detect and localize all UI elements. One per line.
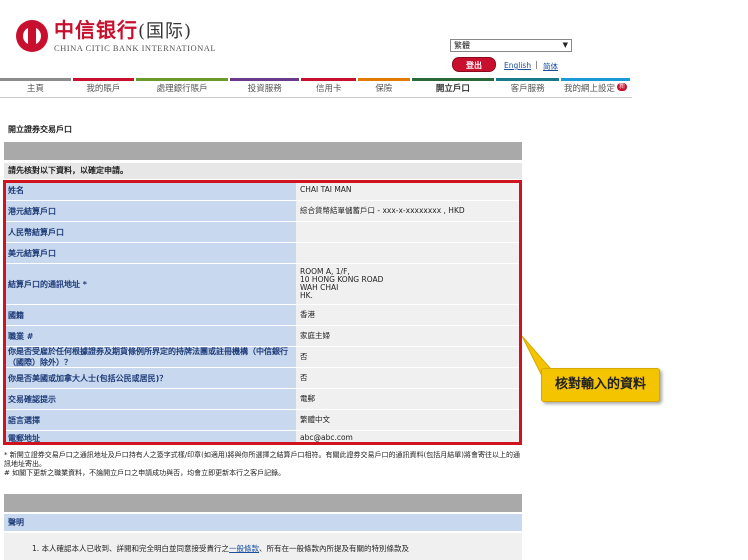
declaration-suffix: 、所有在一般條款內所提及有關的特別條款及: [259, 544, 410, 553]
form-row: 電郵地址 abc@abc.com: [4, 431, 522, 446]
form-row: 港元結算戶口 綜合貨幣結單儲蓄戶口 - xxx-x-xxxxxxxx , HKD: [4, 201, 522, 222]
form-row-label: 結算戶口的通訊地址 *: [4, 264, 296, 304]
footnote-address: * 新開立證券交易戶口之通訊地址及戶口持有人之簽字式樣/印章(如適用)將與你所選…: [4, 451, 521, 468]
nav-item-label: 我的網上設定: [564, 84, 616, 94]
declaration-prefix: 1. 本人確認本人已收到、詳閱和完全明白並同意接受貴行之: [32, 544, 230, 553]
logout-button[interactable]: 登出: [452, 57, 496, 72]
form-row-label: 你是否美國或加拿大人士(包括公民或居民)？: [4, 368, 296, 388]
section-divider-2: [4, 494, 522, 512]
form-row-label: 交易確認提示: [4, 389, 296, 409]
form-row: 你是否受雇於任何根據證券及期貨條例所界定的持牌法團或註冊機構（中信銀行（國際）除…: [4, 347, 522, 368]
header: 中信银行(国际) CHINA CITIC BANK INTERNATIONAL …: [0, 0, 748, 78]
form-row-label: 人民幣結算戶口: [4, 222, 296, 242]
form-row-value: 香港: [296, 305, 522, 325]
form-row-value: 電郵: [296, 389, 522, 409]
form-row-value: CHAI TAI MAN: [296, 180, 522, 200]
confirmation-form: 姓名 CHAI TAI MAN 港元結算戶口 綜合貨幣結單儲蓄戶口 - xxx-x-x…: [4, 180, 522, 446]
form-row-label: 國籍: [4, 305, 296, 325]
logo-english-name: CHINA CITIC BANK INTERNATIONAL: [54, 43, 217, 53]
form-row-label: 你是否受雇於任何根據證券及期貨條例所界定的持牌法團或註冊機構（中信銀行（國際）除…: [4, 347, 296, 367]
form-row: 美元結算戶口: [4, 243, 522, 264]
link-separator: |: [535, 60, 538, 69]
instruction-text: 請先核對以下資料，以確定申請。: [4, 163, 522, 179]
language-select[interactable]: 繁體 ▼: [450, 39, 572, 52]
logo-chinese-suffix: (国际): [138, 21, 193, 42]
nav-item-5[interactable]: 保險: [358, 78, 410, 98]
form-row-label: 姓名: [4, 180, 296, 200]
form-row-value: ROOM A, 1/F, 10 HONG KONG ROAD WAH CHAI …: [296, 264, 522, 304]
form-row-value: 否: [296, 368, 522, 388]
citic-logo-icon: [16, 20, 48, 52]
form-row-value: 否: [296, 347, 522, 367]
nav-item-label: 信用卡: [316, 84, 342, 94]
form-row-value: [296, 243, 522, 263]
nav-item-label: 客戶服務: [510, 84, 545, 94]
form-row-label: 職業 #: [4, 326, 296, 346]
form-row-value: 繁體中文: [296, 410, 522, 430]
nav-item-label: 投資服務: [247, 84, 282, 94]
form-row-value: [296, 222, 522, 242]
form-row-label: 電郵地址: [4, 431, 296, 445]
nav-item-8[interactable]: 我的網上設定新: [561, 78, 630, 98]
form-row-value: abc@abc.com: [296, 431, 522, 445]
simplified-chinese-link[interactable]: 简体: [543, 61, 558, 72]
nav-item-label: 我的賬戶: [86, 84, 121, 94]
nav-item-2[interactable]: 處理銀行賬戶: [135, 78, 229, 98]
page-title: 開立證券交易戶口: [8, 125, 72, 134]
nav-item-6[interactable]: 開立戶口: [411, 78, 495, 98]
language-select-value: 繁體: [454, 41, 470, 50]
form-row: 你是否美國或加拿大人士(包括公民或居民)？否: [4, 368, 522, 389]
form-row: 交易確認提示 電郵: [4, 389, 522, 410]
nav-item-label: 主頁: [26, 84, 44, 94]
nav-item-0[interactable]: 主頁: [0, 78, 71, 98]
footnote-occupation: # 如閣下更新之職業資料，不論開立戶口之申請成功與否，均會立即更新本行之客戶記錄…: [4, 469, 286, 477]
nav-item-7[interactable]: 客戶服務: [496, 78, 560, 98]
form-row: 職業 # 家庭主婦: [4, 326, 522, 347]
nav-item-3[interactable]: 投資服務: [230, 78, 300, 98]
form-row: 國籍 香港: [4, 305, 522, 326]
form-row-value: 綜合貨幣結單儲蓄戶口 - xxx-x-xxxxxxxx , HKD: [296, 201, 522, 221]
form-row: 語言選擇 繁體中文: [4, 410, 522, 431]
new-badge: 新: [617, 83, 628, 91]
form-row-value: 家庭主婦: [296, 326, 522, 346]
declaration-body: 1. 本人確認本人已收到、詳閱和完全明白並同意接受貴行之一般條款、所有在一般條款…: [4, 533, 522, 560]
logo-chinese-name: 中信银行: [54, 18, 138, 42]
nav-item-1[interactable]: 我的賬戶: [72, 78, 134, 98]
form-row-label: 語言選擇: [4, 410, 296, 430]
english-link[interactable]: English: [504, 61, 531, 70]
nav-item-4[interactable]: 信用卡: [301, 78, 357, 98]
nav-item-label: 保險: [375, 84, 393, 94]
footnotes: * 新開立證券交易戶口之通訊地址及戶口持有人之簽字式樣/印章(如適用)將與你所選…: [4, 451, 524, 478]
form-row: 姓名 CHAI TAI MAN: [4, 180, 522, 201]
declaration-header: 聲明: [4, 514, 522, 531]
form-row: 人民幣結算戶口: [4, 222, 522, 243]
form-row-label: 美元結算戶口: [4, 243, 296, 263]
general-terms-link[interactable]: 一般條款: [229, 544, 259, 553]
bank-logo[interactable]: 中信银行(国际) CHINA CITIC BANK INTERNATIONAL: [16, 19, 216, 53]
section-divider: [4, 142, 522, 160]
form-row: 結算戶口的通訊地址 * ROOM A, 1/F, 10 HONG KONG ROA…: [4, 264, 522, 305]
form-row-label: 港元結算戶口: [4, 201, 296, 221]
callout-note: 核對輸入的資料: [541, 368, 660, 402]
chevron-down-icon: ▼: [562, 41, 568, 49]
main-navigation: 主頁 我的賬戶 處理銀行賬戶 投資服務 信用卡 保險 開立戶口 客戶服務 我的網上設定新: [0, 78, 632, 98]
nav-item-label: 開立戶口: [435, 84, 470, 94]
nav-item-label: 處理銀行賬戶: [156, 84, 208, 94]
